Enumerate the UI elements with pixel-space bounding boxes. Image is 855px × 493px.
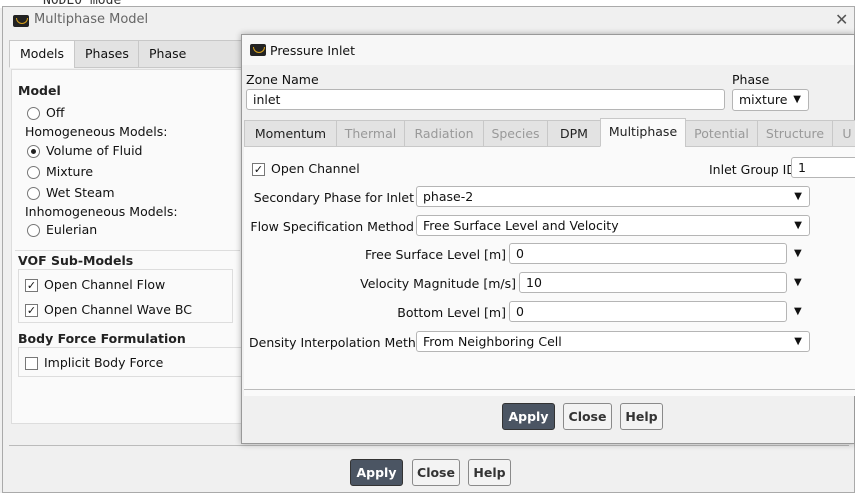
density-select[interactable]: From Neighboring Cell (416, 331, 810, 352)
label: Volume of Fluid (46, 143, 143, 158)
zone-name-label: Zone Name (246, 72, 319, 87)
checkbox-icon (25, 357, 38, 370)
secondary-phase-label: Secondary Phase for Inlet (253, 190, 414, 205)
label: Open Channel Wave BC (44, 302, 193, 317)
radio-mixture[interactable]: Mixture (27, 164, 93, 179)
dialog-title: Pressure Inlet (270, 43, 356, 58)
radio-icon (27, 224, 40, 237)
model-header: Model (18, 83, 61, 98)
apply-button[interactable]: Apply (502, 403, 555, 430)
tab-dpm[interactable]: DPM (547, 120, 601, 147)
group-id-input[interactable]: 1 (791, 157, 855, 178)
label: Off (46, 105, 65, 120)
label: Open Channel (271, 161, 360, 176)
checkbox-open-channel-wave[interactable]: ✓ Open Channel Wave BC (25, 302, 192, 317)
tab-potential[interactable]: Potential (685, 120, 758, 147)
tab-structure[interactable]: Structure (757, 120, 833, 147)
radio-icon (27, 187, 40, 200)
inhomogeneous-label: Inhomogeneous Models: (25, 204, 178, 219)
window-title: Multiphase Model (34, 12, 149, 27)
dropdown-arrow-icon[interactable]: ▼ (794, 248, 802, 259)
density-label: Density Interpolation Method (249, 335, 432, 350)
tab-momentum[interactable]: Momentum (244, 120, 337, 147)
free-surface-label: Free Surface Level [m] (365, 247, 506, 262)
tab-models[interactable]: Models (9, 40, 76, 68)
checkbox-implicit-body-force[interactable]: Implicit Body Force (25, 355, 163, 370)
checkbox-open-channel-flow[interactable]: ✓ Open Channel Flow (25, 277, 165, 292)
help-button[interactable]: Help (468, 459, 511, 486)
vof-submodels-header: VOF Sub-Models (18, 253, 134, 268)
close-button[interactable]: Close (563, 403, 612, 430)
velocity-input[interactable]: 10 (519, 272, 787, 293)
velocity-label: Velocity Magnitude [m/s] (360, 276, 516, 291)
radio-eulerian[interactable]: Eulerian (27, 222, 97, 237)
apply-button[interactable]: Apply (350, 459, 403, 486)
label: Implicit Body Force (44, 355, 164, 370)
dropdown-arrow-icon[interactable]: ▼ (794, 277, 802, 288)
phase-select[interactable]: mixture (732, 89, 809, 111)
label: Open Channel Flow (44, 277, 166, 292)
pressure-inlet-dialog: Pressure Inlet Zone Name inlet Phase mix… (241, 34, 855, 444)
tab-species[interactable]: Species (483, 120, 548, 147)
checkbox-icon: ✓ (25, 304, 38, 317)
close-button[interactable]: Close (412, 459, 460, 486)
tab-phase-interaction[interactable]: Phase Interactio (138, 40, 248, 68)
checkbox-icon: ✓ (252, 163, 265, 176)
label: Eulerian (46, 222, 98, 237)
tab-thermal[interactable]: Thermal (336, 120, 405, 147)
homogeneous-label: Homogeneous Models: (25, 124, 168, 139)
checkbox-icon: ✓ (25, 279, 38, 292)
free-surface-input[interactable]: 0 (509, 243, 787, 264)
radio-vof[interactable]: Volume of Fluid (27, 143, 142, 158)
fluent-logo-icon (13, 15, 29, 27)
fluent-logo-icon (250, 44, 266, 56)
radio-icon (27, 107, 40, 120)
bottom-level-input[interactable]: 0 (509, 301, 787, 322)
radio-icon (27, 166, 40, 179)
flow-spec-label: Flow Specification Method (250, 219, 414, 234)
checkbox-open-channel[interactable]: ✓ Open Channel (252, 161, 360, 176)
phase-label: Phase (732, 72, 770, 87)
group-id-label: Inlet Group ID (709, 162, 796, 177)
flow-spec-select[interactable]: Free Surface Level and Velocity (416, 215, 810, 236)
tab-more[interactable]: U (832, 120, 855, 147)
close-icon[interactable]: ✕ (835, 10, 848, 29)
body-force-header: Body Force Formulation (18, 331, 186, 346)
zone-name-input[interactable]: inlet (246, 89, 725, 110)
secondary-phase-select[interactable]: phase-2 (416, 186, 810, 207)
label: Mixture (46, 164, 94, 179)
radio-icon (27, 145, 40, 158)
bottom-level-label: Bottom Level [m] (397, 305, 506, 320)
label: Wet Steam (46, 185, 115, 200)
tab-radiation[interactable]: Radiation (404, 120, 484, 147)
help-button[interactable]: Help (620, 403, 663, 430)
dropdown-arrow-icon[interactable]: ▼ (794, 306, 802, 317)
radio-off[interactable]: Off (27, 105, 64, 120)
radio-wet-steam[interactable]: Wet Steam (27, 185, 115, 200)
tab-multiphase[interactable]: Multiphase (600, 118, 686, 147)
tab-phases[interactable]: Phases (74, 40, 140, 68)
